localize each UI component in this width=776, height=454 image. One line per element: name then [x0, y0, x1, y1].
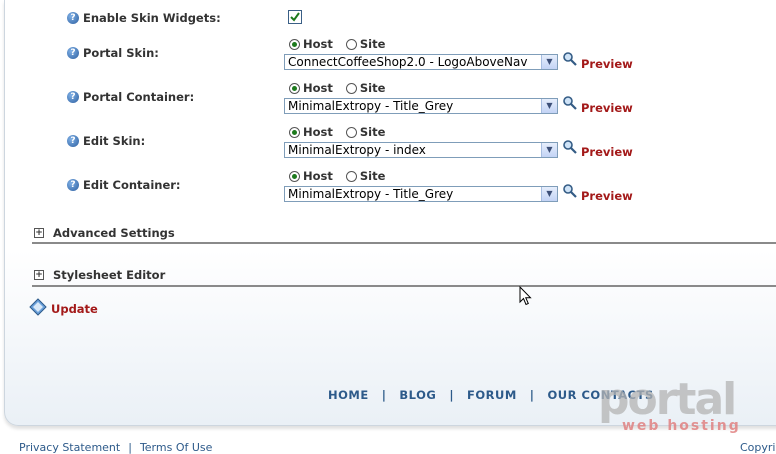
- edit-skin-value: MinimalExtropy - index: [288, 143, 426, 157]
- magnifier-icon: [563, 140, 577, 154]
- chevron-down-icon[interactable]: ▼: [541, 143, 557, 157]
- advanced-settings-toggle[interactable]: + Advanced Settings: [34, 226, 175, 240]
- section-divider: [32, 242, 776, 244]
- portal-watermark-logo: portal web hosting: [598, 374, 741, 435]
- edit-container-select[interactable]: MinimalExtropy - Title_Grey ▼: [284, 186, 558, 202]
- section-divider: [32, 285, 776, 287]
- portal-skin-text: Portal Skin:: [83, 46, 159, 60]
- site-radio-label: Site: [359, 125, 386, 139]
- expand-plus-icon[interactable]: +: [34, 228, 44, 238]
- checkmark-icon: [290, 12, 300, 22]
- edit-container-text: Edit Container:: [83, 178, 181, 192]
- enable-skin-widgets-label: ? Enable Skin Widgets:: [67, 11, 221, 25]
- magnifier-icon: [563, 184, 577, 198]
- host-radio[interactable]: [289, 38, 300, 50]
- save-diamond-icon: [29, 298, 47, 316]
- chevron-down-icon[interactable]: ▼: [541, 99, 557, 113]
- portal-skin-select[interactable]: ConnectCoffeeShop2.0 - LogoAboveNav ▼: [284, 54, 558, 70]
- bottom-links: Privacy Statement | Terms Of Use: [19, 441, 212, 454]
- portal-skin-scope: Host Site: [289, 37, 394, 51]
- host-radio[interactable]: [289, 82, 300, 94]
- copyright-text: Copyri: [740, 441, 776, 454]
- portal-container-label: ? Portal Container:: [67, 90, 194, 104]
- edit-skin-scope: Host Site: [289, 125, 394, 139]
- mouse-cursor-icon: [519, 286, 532, 306]
- footer-separator: |: [449, 388, 455, 402]
- portal-container-select[interactable]: MinimalExtropy - Title_Grey ▼: [284, 98, 558, 114]
- watermark-sub: web hosting: [622, 418, 741, 434]
- portal-skin-preview-link[interactable]: Preview: [562, 52, 633, 72]
- terms-link[interactable]: Terms Of Use: [140, 441, 212, 454]
- footer-link-forum[interactable]: FORUM: [467, 388, 517, 402]
- preview-label: Preview: [581, 57, 633, 71]
- edit-container-value: MinimalExtropy - Title_Grey: [288, 187, 454, 201]
- preview-label: Preview: [581, 189, 633, 203]
- chevron-down-icon[interactable]: ▼: [541, 187, 557, 201]
- portal-container-scope: Host Site: [289, 81, 394, 95]
- update-label: Update: [51, 302, 98, 316]
- edit-container-label: ? Edit Container:: [67, 178, 181, 192]
- portal-container-text: Portal Container:: [83, 90, 195, 104]
- portal-skin-label: ? Portal Skin:: [67, 46, 159, 60]
- help-icon[interactable]: ?: [67, 12, 79, 24]
- host-radio-label: Host: [303, 81, 333, 95]
- advanced-settings-label: Advanced Settings: [53, 226, 175, 240]
- portal-container-preview-link[interactable]: Preview: [562, 96, 633, 116]
- footer-separator: |: [529, 388, 535, 402]
- help-icon[interactable]: ?: [67, 179, 79, 191]
- expand-plus-icon[interactable]: +: [34, 270, 44, 280]
- magnifier-icon: [563, 96, 577, 110]
- portal-container-value: MinimalExtropy - Title_Grey: [288, 99, 454, 113]
- edit-skin-preview-link[interactable]: Preview: [562, 140, 633, 160]
- edit-skin-select[interactable]: MinimalExtropy - index ▼: [284, 142, 558, 158]
- stylesheet-editor-toggle[interactable]: + Stylesheet Editor: [34, 268, 165, 282]
- bottom-separator: |: [128, 441, 132, 454]
- chevron-down-icon[interactable]: ▼: [541, 55, 557, 69]
- footer-separator: |: [381, 388, 387, 402]
- edit-skin-label: ? Edit Skin:: [67, 134, 145, 148]
- watermark-main: portal: [598, 374, 737, 425]
- portal-skin-value: ConnectCoffeeShop2.0 - LogoAboveNav: [288, 55, 528, 69]
- site-radio-label: Site: [359, 37, 386, 51]
- host-radio[interactable]: [289, 126, 300, 138]
- footer-link-home[interactable]: HOME: [328, 388, 369, 402]
- site-radio[interactable]: [345, 38, 357, 50]
- stylesheet-editor-label: Stylesheet Editor: [53, 268, 166, 282]
- help-icon[interactable]: ?: [67, 47, 79, 59]
- edit-skin-text: Edit Skin:: [83, 134, 146, 148]
- site-radio[interactable]: [345, 126, 357, 138]
- host-radio-label: Host: [303, 169, 333, 183]
- site-radio-label: Site: [359, 169, 386, 183]
- footer-link-blog[interactable]: BLOG: [399, 388, 436, 402]
- update-button[interactable]: Update: [29, 298, 98, 316]
- host-radio-label: Host: [303, 125, 333, 139]
- edit-container-preview-link[interactable]: Preview: [562, 184, 633, 204]
- edit-container-scope: Host Site: [289, 169, 394, 183]
- site-radio[interactable]: [345, 170, 357, 182]
- privacy-link[interactable]: Privacy Statement: [19, 441, 120, 454]
- magnifier-icon: [563, 52, 577, 66]
- site-radio-label: Site: [359, 81, 386, 95]
- enable-skin-widgets-text: Enable Skin Widgets:: [83, 11, 221, 25]
- help-icon[interactable]: ?: [67, 135, 79, 147]
- host-radio-label: Host: [303, 37, 333, 51]
- host-radio[interactable]: [289, 170, 300, 182]
- site-radio[interactable]: [345, 82, 357, 94]
- preview-label: Preview: [581, 145, 633, 159]
- preview-label: Preview: [581, 101, 633, 115]
- help-icon[interactable]: ?: [67, 91, 79, 103]
- enable-skin-widgets-checkbox[interactable]: [288, 10, 302, 24]
